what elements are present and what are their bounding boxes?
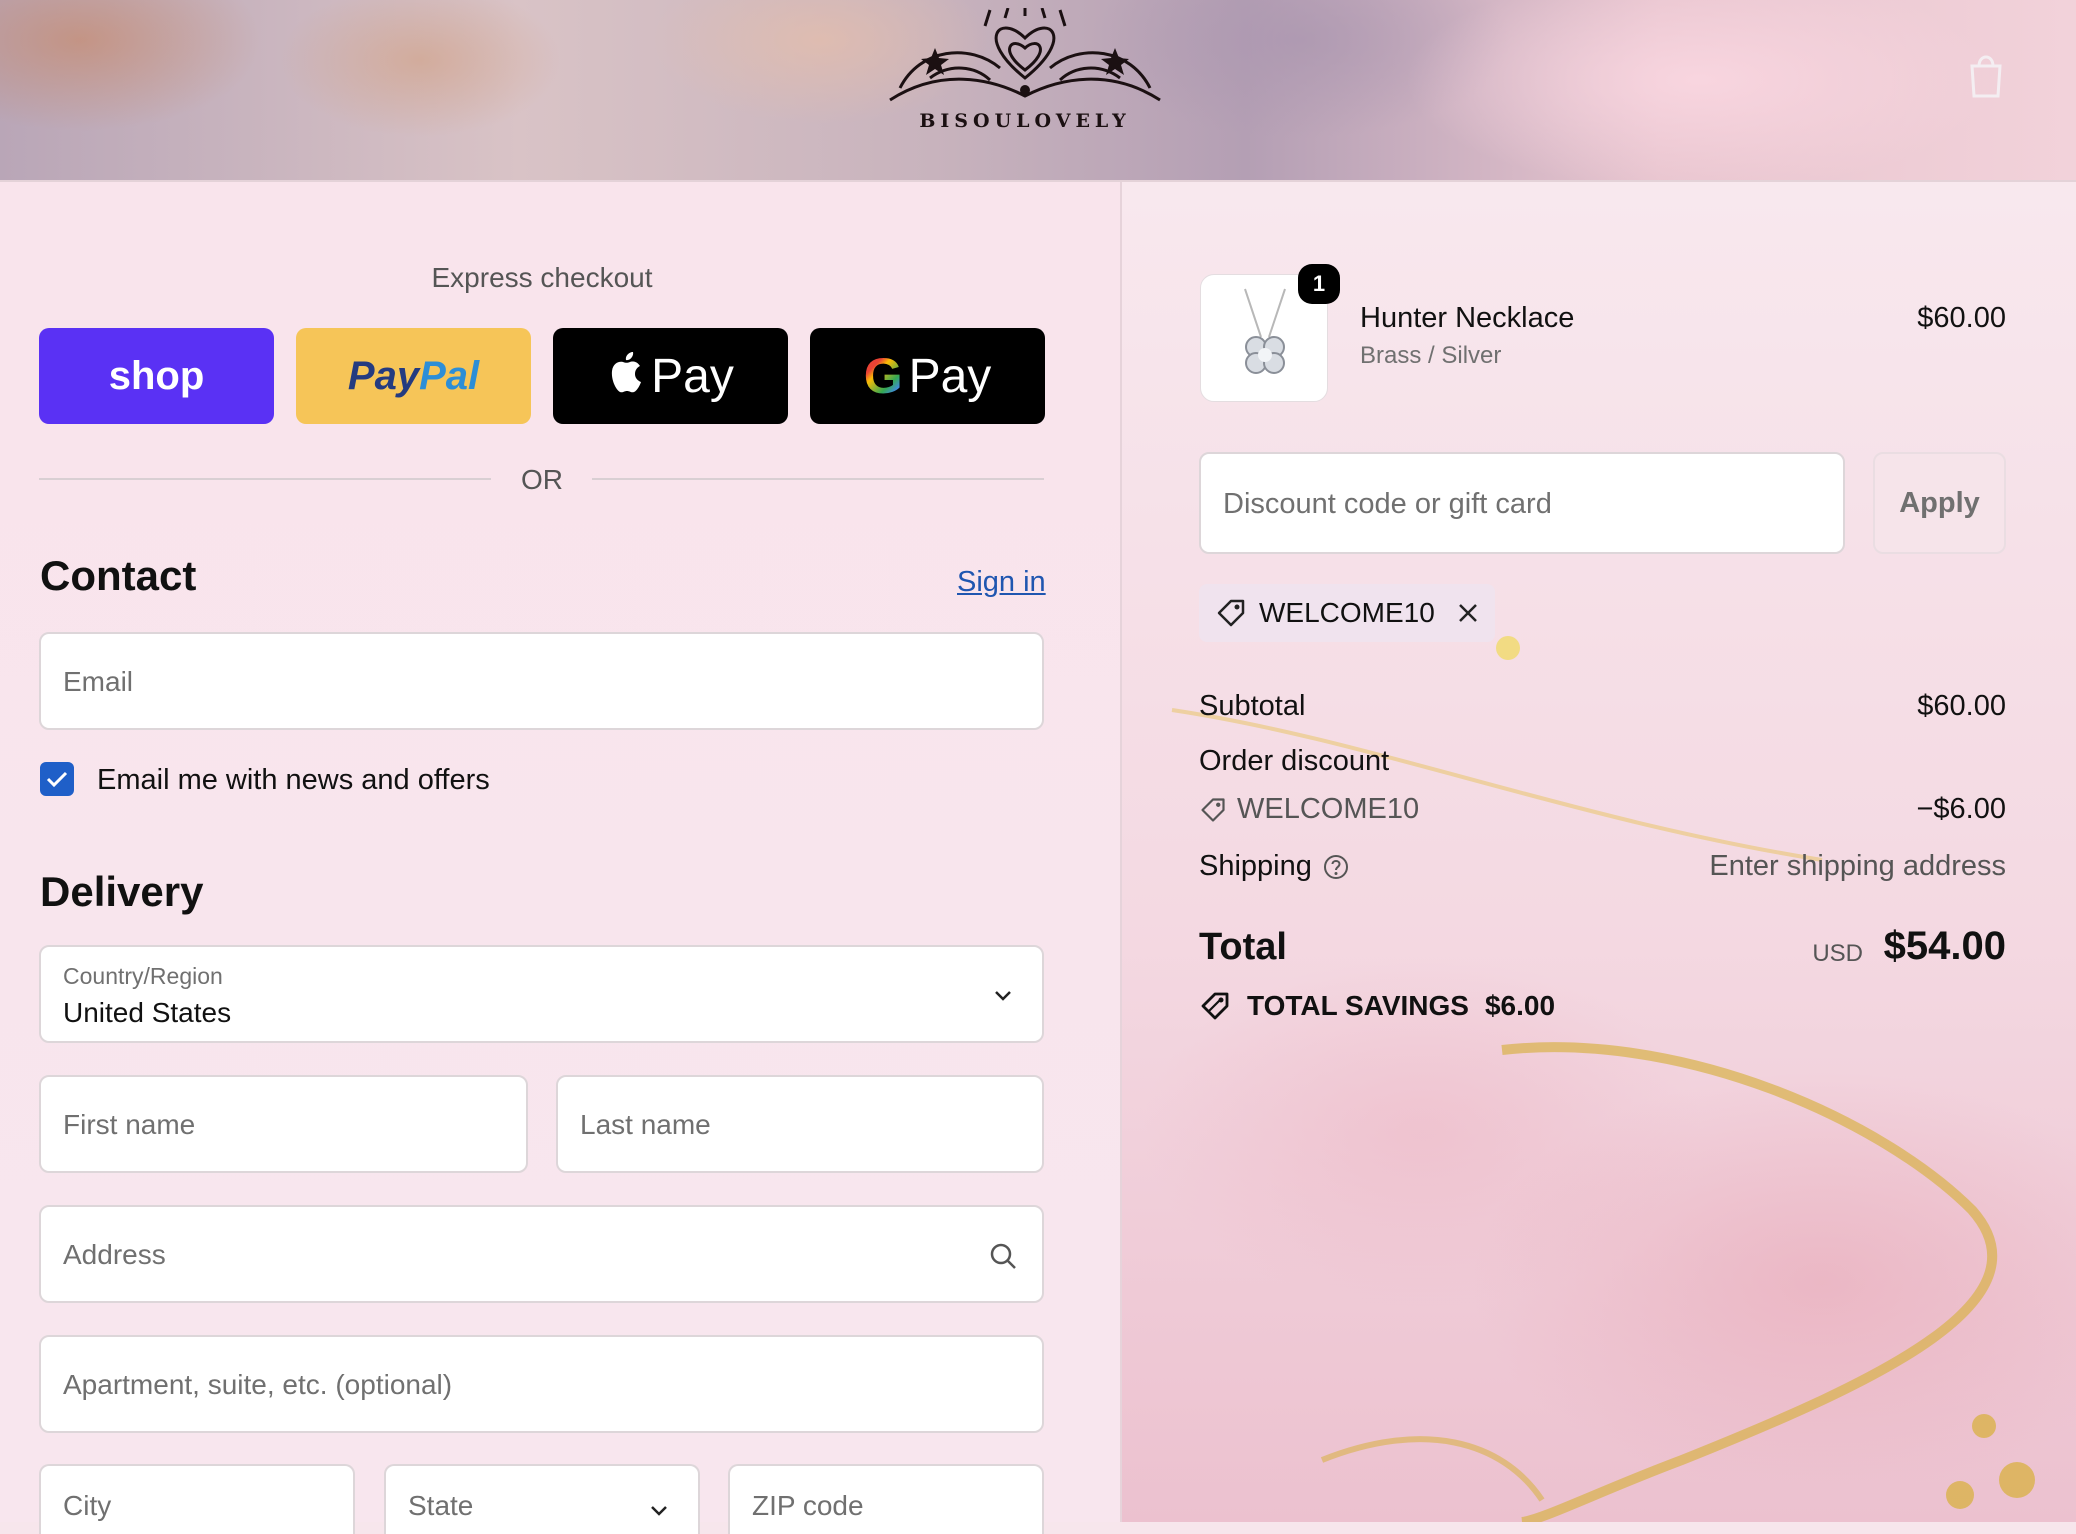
- shop-pay-button[interactable]: shop: [39, 328, 274, 424]
- brand-name: BISOULOVELY: [919, 110, 1131, 132]
- paypal-label-b: Pal: [419, 353, 480, 398]
- product-variant: Brass / Silver: [1360, 342, 1502, 369]
- zip-placeholder: ZIP code: [752, 1490, 864, 1521]
- discount-code-label: WELCOME10: [1237, 793, 1420, 825]
- subtotal-label: Subtotal: [1199, 690, 1306, 722]
- paypal-label-a: Pay: [347, 353, 420, 398]
- quantity-badge: 1: [1298, 264, 1340, 304]
- country-label: Country/Region: [63, 963, 223, 989]
- or-divider-right: [592, 478, 1044, 480]
- checkmark-icon: [46, 771, 68, 788]
- newsletter-checkbox[interactable]: [40, 762, 74, 796]
- apartment-field[interactable]: Apartment, suite, etc. (optional): [39, 1335, 1044, 1433]
- search-icon: [990, 1243, 1016, 1269]
- google-g-icon: G: [863, 348, 903, 404]
- close-icon: [1458, 604, 1477, 622]
- discount-code-input[interactable]: Discount code or gift card: [1199, 452, 1845, 554]
- shipping-label: Shipping: [1199, 850, 1312, 882]
- or-divider-left: [39, 478, 491, 480]
- city-field[interactable]: City: [39, 1464, 355, 1534]
- total-value: $54.00: [1883, 924, 2006, 968]
- store-header: BISOULOVELY: [0, 0, 2076, 182]
- email-placeholder: Email: [63, 666, 134, 697]
- zip-field[interactable]: ZIP code: [728, 1464, 1044, 1534]
- subtotal-value: $60.00: [1917, 690, 2006, 722]
- apple-icon: [612, 352, 642, 393]
- city-placeholder: City: [63, 1490, 112, 1521]
- discount-value: −$6.00: [1916, 793, 2006, 825]
- savings-label: TOTAL SAVINGS: [1247, 990, 1469, 1021]
- chevron-down-icon: [995, 991, 1011, 1001]
- savings-tag-icon: [1201, 992, 1229, 1020]
- discount-placeholder: Discount code or gift card: [1223, 488, 1552, 520]
- first-name-placeholder: First name: [63, 1109, 196, 1140]
- country-select[interactable]: Country/Region United States: [39, 945, 1044, 1043]
- google-pay-label: Pay: [908, 349, 992, 403]
- first-name-field[interactable]: First name: [39, 1075, 528, 1173]
- newsletter-label: Email me with news and offers: [97, 764, 490, 796]
- last-name-field[interactable]: Last name: [556, 1075, 1044, 1173]
- paypal-button[interactable]: Pay Pal: [296, 328, 531, 424]
- total-savings-row: TOTAL SAVINGS $6.00: [1199, 990, 1555, 1022]
- discount-code-row: WELCOME10: [1199, 793, 1419, 826]
- sign-in-link[interactable]: Sign in: [957, 566, 1046, 599]
- bag-icon[interactable]: [1966, 52, 2006, 98]
- total-currency: USD: [1812, 940, 1863, 967]
- applied-discount-chip: WELCOME10: [1199, 584, 1495, 642]
- country-value: United States: [63, 997, 232, 1028]
- applied-code: WELCOME10: [1259, 597, 1435, 628]
- shop-pay-label: shop: [108, 353, 205, 398]
- google-pay-button[interactable]: G Pay: [810, 328, 1045, 424]
- shipping-row: Shipping: [1199, 850, 1350, 883]
- delivery-heading: Delivery: [40, 868, 204, 915]
- shipping-value: Enter shipping address: [1709, 850, 2006, 882]
- state-placeholder: State: [408, 1490, 474, 1521]
- apartment-placeholder: Apartment, suite, etc. (optional): [63, 1369, 453, 1400]
- express-checkout-title: Express checkout: [431, 262, 653, 293]
- apply-button[interactable]: Apply: [1873, 452, 2006, 554]
- contact-heading: Contact: [40, 552, 197, 599]
- address-placeholder: Address: [63, 1239, 166, 1270]
- product-name: Hunter Necklace: [1360, 302, 1575, 334]
- email-field[interactable]: Email: [39, 632, 1044, 730]
- logo-emblem: [889, 4, 1161, 102]
- apple-pay-button[interactable]: Pay: [553, 328, 788, 424]
- total-label: Total: [1199, 926, 1287, 968]
- tag-icon: [1217, 599, 1245, 627]
- savings-value: $6.00: [1484, 990, 1556, 1021]
- or-label: OR: [521, 464, 563, 495]
- address-field[interactable]: Address: [39, 1205, 1044, 1303]
- order-discount-label: Order discount: [1199, 745, 1390, 777]
- last-name-placeholder: Last name: [580, 1109, 711, 1140]
- remove-discount-button[interactable]: [1455, 600, 1481, 626]
- tag-icon: [1201, 797, 1225, 822]
- help-icon[interactable]: [1322, 853, 1350, 881]
- state-select[interactable]: State: [384, 1464, 700, 1534]
- apple-pay-label: Pay: [651, 349, 734, 403]
- brand-logo[interactable]: BISOULOVELY: [880, 4, 1170, 136]
- product-price: $60.00: [1917, 302, 2006, 334]
